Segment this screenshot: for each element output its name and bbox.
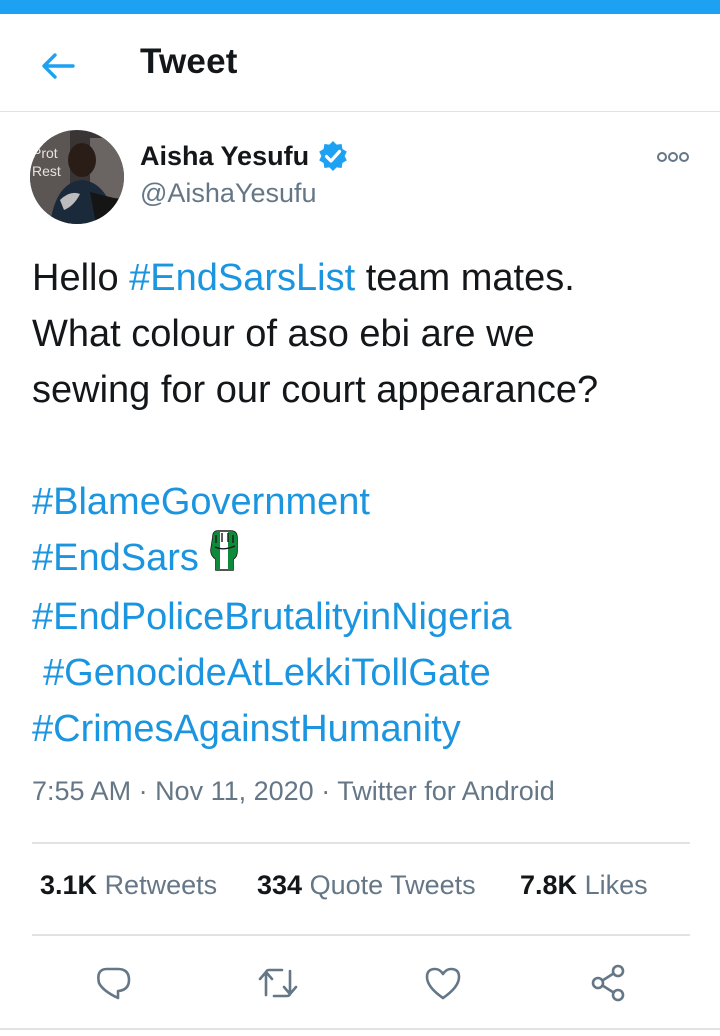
tweet-time: 7:55 AM <box>32 776 132 806</box>
likes-count: 7.8K <box>520 870 578 900</box>
retweet-button[interactable] <box>250 955 306 1011</box>
back-arrow-icon <box>42 53 75 79</box>
retweets-stat[interactable]: 3.1K Retweets <box>40 870 217 901</box>
tweet-meta: 7:55 AM · Nov 11, 2020 · Twitter for And… <box>32 776 555 807</box>
tweet-line-2: What colour of aso ebi are we <box>32 313 535 355</box>
hashtag-link[interactable]: #BlameGovernment <box>32 481 370 523</box>
divider <box>32 934 690 936</box>
top-bar: Tweet <box>0 14 720 112</box>
svg-text:Rest: Rest <box>32 163 61 179</box>
author-handle[interactable]: @AishaYesufu <box>140 178 317 209</box>
divider <box>0 1028 720 1030</box>
hashtag-link[interactable]: #EndSarsList <box>129 257 355 299</box>
meta-separator: · <box>131 776 156 806</box>
raised-fist-nigeria-flag-emoji <box>207 525 241 589</box>
verified-badge-icon <box>317 140 349 172</box>
top-accent-bar <box>0 0 720 14</box>
quote-tweets-label: Quote Tweets <box>309 870 476 900</box>
likes-label: Likes <box>584 870 648 900</box>
avatar-image: Prot Rest <box>30 130 124 224</box>
author-name-text: Aisha Yesufu <box>140 140 310 171</box>
tweet-text-span: team mates. <box>355 257 575 299</box>
more-options-button[interactable] <box>650 142 696 172</box>
hashtag-link[interactable]: #EndPoliceBrutalityinNigeria <box>32 596 511 638</box>
share-button[interactable] <box>580 955 636 1011</box>
svg-text:Prot: Prot <box>32 145 58 161</box>
reply-button[interactable] <box>85 955 141 1011</box>
hashtag-link[interactable]: #CrimesAgainstHumanity <box>32 708 461 750</box>
tweet-actions <box>0 955 720 1015</box>
retweet-icon <box>258 968 298 998</box>
author-name[interactable]: Aisha Yesufu <box>140 140 349 172</box>
back-button[interactable] <box>30 44 86 88</box>
retweets-count: 3.1K <box>40 870 98 900</box>
tweet-date: Nov 11, 2020 <box>155 776 314 806</box>
quote-tweets-count: 334 <box>257 870 303 900</box>
page-title: Tweet <box>140 42 238 81</box>
tweet-line-1: Hello #EndSarsList team mates. <box>32 250 702 306</box>
tweet-line-3: sewing for our court appearance? <box>32 369 599 411</box>
meta-separator: · <box>313 776 338 806</box>
quote-tweets-stat[interactable]: 334 Quote Tweets <box>257 870 476 901</box>
tweet-text-span: Hello <box>32 257 130 299</box>
tweet-source-link[interactable]: Twitter for Android <box>337 776 555 806</box>
heart-icon <box>425 967 461 1000</box>
avatar[interactable]: Prot Rest <box>30 130 124 224</box>
tweet-text: Hello #EndSarsList team mates. What colo… <box>32 250 702 757</box>
reply-icon <box>97 967 131 1000</box>
like-button[interactable] <box>415 955 471 1011</box>
share-icon <box>591 964 625 1002</box>
more-options-icon <box>657 152 689 162</box>
likes-stat[interactable]: 7.8K Likes <box>520 870 648 901</box>
hashtag-link[interactable]: #EndSars <box>32 537 199 579</box>
hashtag-link[interactable]: #GenocideAtLekkiTollGate <box>43 652 491 694</box>
divider <box>32 842 690 844</box>
retweets-label: Retweets <box>104 870 218 900</box>
